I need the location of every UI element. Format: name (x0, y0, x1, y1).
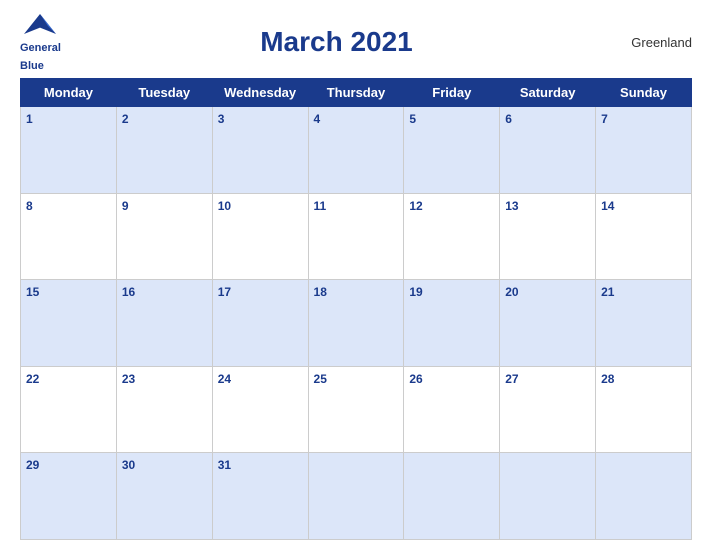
calendar-header: General Blue March 2021 Greenland (20, 10, 692, 74)
calendar-day-cell: 31 (212, 453, 308, 540)
calendar-day-cell: 10 (212, 193, 308, 280)
calendar-day-cell: 21 (596, 280, 692, 367)
calendar-day-cell (308, 453, 404, 540)
logo: General Blue (20, 10, 61, 74)
day-number: 24 (218, 372, 231, 386)
day-number: 2 (122, 112, 129, 126)
calendar-day-cell: 15 (21, 280, 117, 367)
calendar-day-cell: 20 (500, 280, 596, 367)
calendar-week-row: 15 16 17 18 19 20 21 (21, 280, 692, 367)
day-number: 21 (601, 285, 614, 299)
calendar-day-cell: 28 (596, 366, 692, 453)
calendar-day-cell: 7 (596, 107, 692, 194)
calendar-week-row: 22 23 24 25 26 27 28 (21, 366, 692, 453)
day-number: 15 (26, 285, 39, 299)
calendar-day-cell: 18 (308, 280, 404, 367)
day-number: 22 (26, 372, 39, 386)
header-friday: Friday (404, 79, 500, 107)
calendar-day-cell: 12 (404, 193, 500, 280)
calendar-day-cell: 5 (404, 107, 500, 194)
header-saturday: Saturday (500, 79, 596, 107)
day-number: 7 (601, 112, 608, 126)
day-number: 4 (314, 112, 321, 126)
logo-text-blue: Blue (20, 60, 44, 72)
calendar-day-cell: 27 (500, 366, 596, 453)
calendar-day-cell: 6 (500, 107, 596, 194)
calendar-day-cell: 14 (596, 193, 692, 280)
calendar-week-row: 8 9 10 11 12 13 14 (21, 193, 692, 280)
day-number: 6 (505, 112, 512, 126)
day-number: 5 (409, 112, 416, 126)
calendar-day-cell: 3 (212, 107, 308, 194)
calendar-day-cell: 11 (308, 193, 404, 280)
header-wednesday: Wednesday (212, 79, 308, 107)
day-number: 3 (218, 112, 225, 126)
day-number: 30 (122, 458, 135, 472)
header-sunday: Sunday (596, 79, 692, 107)
calendar-day-cell: 13 (500, 193, 596, 280)
calendar-day-cell: 26 (404, 366, 500, 453)
calendar-day-cell (404, 453, 500, 540)
day-number: 9 (122, 199, 129, 213)
day-number: 29 (26, 458, 39, 472)
day-number: 10 (218, 199, 231, 213)
calendar-day-cell: 24 (212, 366, 308, 453)
calendar-day-cell: 22 (21, 366, 117, 453)
calendar-title: March 2021 (61, 26, 612, 58)
calendar-day-cell: 9 (116, 193, 212, 280)
calendar-day-cell: 4 (308, 107, 404, 194)
calendar-day-cell: 30 (116, 453, 212, 540)
calendar-day-cell: 25 (308, 366, 404, 453)
day-number: 17 (218, 285, 231, 299)
header-monday: Monday (21, 79, 117, 107)
day-number: 23 (122, 372, 135, 386)
logo-icon (20, 10, 60, 38)
day-number: 20 (505, 285, 518, 299)
day-number: 19 (409, 285, 422, 299)
day-number: 14 (601, 199, 614, 213)
day-number: 12 (409, 199, 422, 213)
calendar-day-cell: 1 (21, 107, 117, 194)
header-tuesday: Tuesday (116, 79, 212, 107)
calendar-day-cell: 2 (116, 107, 212, 194)
calendar-day-cell: 8 (21, 193, 117, 280)
calendar-week-row: 29 30 31 (21, 453, 692, 540)
day-number: 28 (601, 372, 614, 386)
day-number: 31 (218, 458, 231, 472)
calendar-day-cell: 16 (116, 280, 212, 367)
day-number: 8 (26, 199, 33, 213)
calendar-day-cell (500, 453, 596, 540)
day-number: 18 (314, 285, 327, 299)
header-thursday: Thursday (308, 79, 404, 107)
calendar-day-cell: 17 (212, 280, 308, 367)
calendar-table: Monday Tuesday Wednesday Thursday Friday… (20, 78, 692, 540)
day-number: 13 (505, 199, 518, 213)
day-number: 27 (505, 372, 518, 386)
region-label: Greenland (612, 35, 692, 50)
calendar-day-cell: 29 (21, 453, 117, 540)
day-number: 26 (409, 372, 422, 386)
calendar-day-cell: 19 (404, 280, 500, 367)
weekday-header-row: Monday Tuesday Wednesday Thursday Friday… (21, 79, 692, 107)
day-number: 11 (314, 199, 327, 213)
day-number: 1 (26, 112, 33, 126)
calendar-week-row: 1 2 3 4 5 6 7 (21, 107, 692, 194)
calendar-day-cell: 23 (116, 366, 212, 453)
day-number: 25 (314, 372, 327, 386)
day-number: 16 (122, 285, 135, 299)
calendar-day-cell (596, 453, 692, 540)
logo-text-general: General (20, 42, 61, 54)
